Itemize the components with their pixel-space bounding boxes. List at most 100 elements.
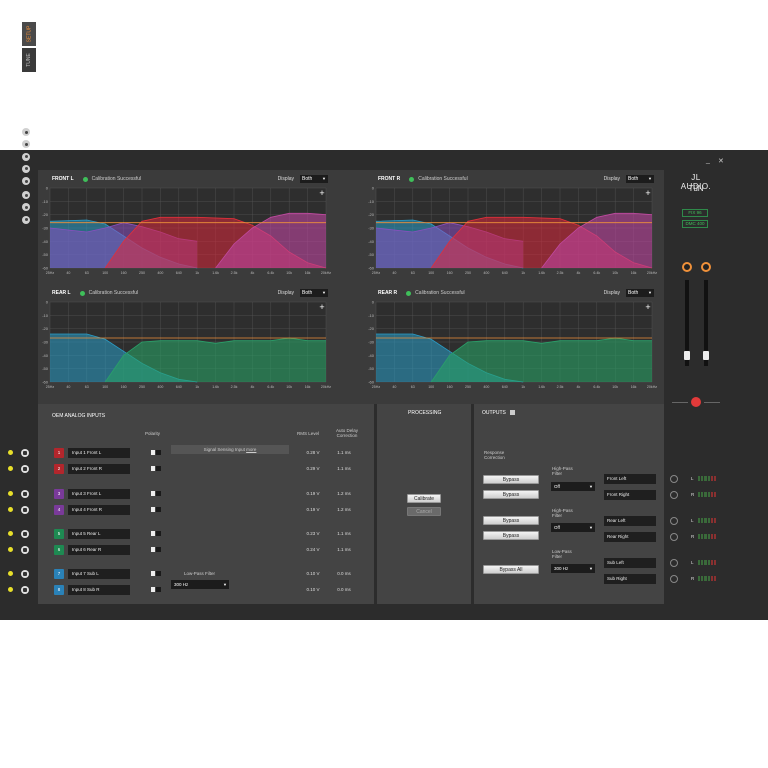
rms-level: 0.19 V xyxy=(306,491,320,496)
output-name-field[interactable]: Front Left xyxy=(604,474,656,484)
db-tick-label: -50 xyxy=(368,252,375,257)
speaker-mute-icon[interactable] xyxy=(21,570,29,578)
freq-tick-label: 10k xyxy=(612,271,618,275)
chevron-down-icon: ▼ xyxy=(589,566,593,571)
chevron-down-icon: ▼ xyxy=(322,176,326,181)
output-name-field[interactable]: Rear Right xyxy=(604,532,656,542)
input-name-field[interactable]: Input 5 Rear L xyxy=(68,529,130,539)
output-fader-handle[interactable] xyxy=(703,351,709,360)
db-tick-label: -10 xyxy=(368,313,375,318)
speaker-mute-icon[interactable] xyxy=(21,586,29,594)
calibrate-button[interactable]: Calibrate xyxy=(407,494,441,503)
input-name-field[interactable]: Input 6 Rear R xyxy=(68,545,130,555)
calibration-status: Calibration Successful xyxy=(418,176,468,182)
input-name-field[interactable]: Input 4 Front R xyxy=(68,505,130,515)
speaker-mute-icon[interactable] xyxy=(21,449,29,457)
polarity-knob xyxy=(151,587,155,592)
meter-segment xyxy=(704,492,707,497)
output-mute-icon[interactable] xyxy=(670,575,678,583)
freq-tick-label: 100 xyxy=(428,271,434,275)
side-toolbar xyxy=(22,128,34,228)
rms-level: 0.29 V xyxy=(306,466,320,471)
polarity-toggle[interactable] xyxy=(151,531,161,536)
close-button[interactable]: ✕ xyxy=(718,157,724,165)
freq-tick-label: 1k xyxy=(521,271,525,275)
edit-icon[interactable] xyxy=(22,164,30,173)
freq-tick-label: 4k xyxy=(251,271,255,275)
bypass-front-right-button[interactable]: Bypass xyxy=(483,490,539,499)
polarity-toggle[interactable] xyxy=(151,491,161,496)
save-icon[interactable] xyxy=(22,152,30,161)
tab-setup[interactable]: SETUP xyxy=(22,22,36,46)
speaker-mute-icon[interactable] xyxy=(21,506,29,514)
polarity-toggle[interactable] xyxy=(151,450,161,455)
output-name-field[interactable]: Front Right xyxy=(604,490,656,500)
speaker-mute-icon[interactable] xyxy=(21,546,29,554)
minimize-button[interactable]: _ xyxy=(706,157,710,164)
input-name-field[interactable]: Input 7 Sub L xyxy=(68,569,130,579)
output-name-field[interactable]: Rear Left xyxy=(604,516,656,526)
input-name-field[interactable]: Input 3 Front L xyxy=(68,489,130,499)
input-number-badge: 6 xyxy=(54,545,64,555)
lp-filter-select[interactable]: 300 Hz ▼ xyxy=(551,564,595,573)
copy-icon[interactable] xyxy=(22,203,30,212)
profile-icon[interactable] xyxy=(22,140,30,149)
meter-segment xyxy=(713,560,717,565)
frequency-response-plot[interactable]: 0 -10 -20 -30 -40 -50 -6025Hz 40 63 100 160 250 400 6… xyxy=(364,184,658,284)
cancel-button[interactable]: Cancel xyxy=(407,507,441,516)
outputs-settings-icon[interactable] xyxy=(510,410,515,415)
polarity-toggle[interactable] xyxy=(151,587,161,592)
delay-header: Auto Delay Correction xyxy=(335,428,358,438)
lowpass-input-select[interactable]: 300 Hz ▼ xyxy=(171,580,229,589)
help-icon[interactable] xyxy=(22,215,30,224)
output-mute-icon[interactable] xyxy=(670,559,678,567)
tab-tune[interactable]: TUNE xyxy=(22,48,36,72)
freq-tick-label: 20kHz xyxy=(321,271,331,275)
meter-segment xyxy=(704,476,707,481)
display-select[interactable]: Both ▼ xyxy=(300,289,328,297)
bypass-front-left-button[interactable]: Bypass xyxy=(483,475,539,484)
display-select[interactable]: Both ▼ xyxy=(300,175,328,183)
frequency-response-plot[interactable]: 0 -10 -20 -30 -40 -50 -6025Hz 40 63 100 160 250 400 6… xyxy=(38,298,332,398)
bypass-rear-right-button[interactable]: Bypass xyxy=(483,531,539,540)
refresh-icon[interactable] xyxy=(22,191,30,200)
output-name-field[interactable]: Sub Left xyxy=(604,558,656,568)
output-mute-icon[interactable] xyxy=(670,475,678,483)
polarity-toggle[interactable] xyxy=(151,571,161,576)
hp-filter-label-2: High-Pass Filter xyxy=(552,508,573,518)
input-level-knob[interactable] xyxy=(682,262,692,272)
output-level-knob[interactable] xyxy=(701,262,711,272)
graph-header: FRONT L Calibration Successful Display Both… xyxy=(38,174,338,184)
output-mute-icon[interactable] xyxy=(670,533,678,541)
output-mute-icon[interactable] xyxy=(670,491,678,499)
output-name-field[interactable]: Sub Right xyxy=(604,574,656,584)
input-name-field[interactable]: Input 8 Sub R xyxy=(68,585,130,595)
master-mute-icon[interactable] xyxy=(691,397,701,407)
polarity-toggle[interactable] xyxy=(151,507,161,512)
frequency-response-plot[interactable]: 0 -10 -20 -30 -40 -50 -6025Hz 40 63 100 160 250 400 6… xyxy=(38,184,332,284)
bypass-rear-left-button[interactable]: Bypass xyxy=(483,516,539,525)
input-fader-handle[interactable] xyxy=(684,351,690,360)
speaker-mute-icon[interactable] xyxy=(21,530,29,538)
output-mute-icon[interactable] xyxy=(670,517,678,525)
hp-filter-select-2[interactable]: Off ▼ xyxy=(551,523,595,532)
polarity-toggle[interactable] xyxy=(151,547,161,552)
input-name-field[interactable]: Input 1 Front L xyxy=(68,448,130,458)
chevron-down-icon: ▼ xyxy=(322,290,326,295)
meter-segment xyxy=(713,534,717,539)
meter-segment xyxy=(710,492,713,497)
bypass-all-button[interactable]: Bypass All xyxy=(483,565,539,574)
hp-filter-select-1[interactable]: Off ▼ xyxy=(551,482,595,491)
tab-label: TUNE xyxy=(26,53,32,67)
speaker-mute-icon[interactable] xyxy=(21,465,29,473)
display-select[interactable]: Both ▼ xyxy=(626,289,654,297)
frequency-response-plot[interactable]: 0 -10 -20 -30 -40 -50 -6025Hz 40 63 100 160 250 400 6… xyxy=(364,298,658,398)
speaker-mute-icon[interactable] xyxy=(21,490,29,498)
display-select[interactable]: Both ▼ xyxy=(626,175,654,183)
more-link[interactable]: more xyxy=(246,447,256,452)
input-name-field[interactable]: Input 2 Front R xyxy=(68,464,130,474)
grid-icon[interactable] xyxy=(22,177,30,186)
user-icon[interactable] xyxy=(22,128,30,136)
delay-value: 1.1 ms xyxy=(337,466,351,471)
polarity-toggle[interactable] xyxy=(151,466,161,471)
